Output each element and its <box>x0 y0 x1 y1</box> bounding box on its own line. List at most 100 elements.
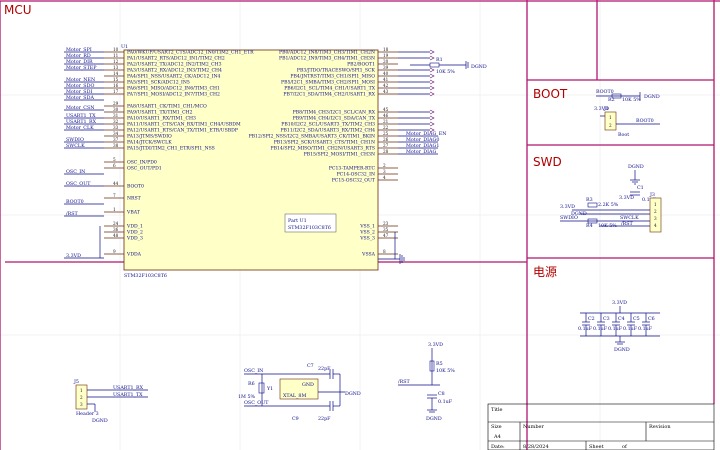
mcu-left-net-label: USART1_RX <box>66 119 97 125</box>
mcu-left-pin-number: 37 <box>113 137 119 142</box>
mcu-left-net-label: OSC_OUT <box>66 181 91 187</box>
mcu-left-pin-number: 36 <box>113 227 119 232</box>
mcu-left-pin-name: PA11/USART1_CTS/CAN_RX/TIM1_CH4/USBDM <box>127 122 241 128</box>
boot-circuit[interactable]: BOOT0 R2 10K 5% DGND J1 Boot 1 2 BOOT0 3… <box>594 89 660 138</box>
j5-pin2: 2 <box>80 395 83 400</box>
power-circuit[interactable]: 3.3VD DGND C20.1uFC30.1uFC40.1uFC50.1uFC… <box>578 300 660 353</box>
mcu-right-pin-name: PB5/I2C1_SMBA/TIM3_CH2/SPI1_MOSI <box>281 80 375 86</box>
mcu-left-pin-name: PA1/USART2_RTS/ADC12_IN1/TIM2_CH2 <box>127 56 225 62</box>
mcu-left-net-label: Motor_DIR <box>66 59 93 65</box>
mcu-right-pin-number: 41 <box>383 77 389 82</box>
mcu-left-pin-name: PA13/JTMS/SWDIO <box>127 134 172 140</box>
mcu-left-net-label: Motor_STEP <box>66 65 97 71</box>
crystal-circuit[interactable]: OSC_IN OSC_OUT R6 1M 5% Y1 GND XTAL_8M C… <box>238 363 361 422</box>
mcu-right-net-arrow <box>429 85 435 91</box>
mcu-right-pin-number: 45 <box>383 107 389 112</box>
of-label: of <box>622 444 628 450</box>
mcu-right-pin-name: VSS_2 <box>359 230 375 236</box>
swd-net-rst: /RST <box>621 221 634 227</box>
mcu-left-pin-number: 17 <box>113 89 119 94</box>
r1-ref: R1 <box>436 57 443 63</box>
mcu-left-pin-number: 31 <box>113 113 119 118</box>
r1-gnd-net: DGND <box>471 64 487 70</box>
mcu-left-pin-name: PA2/USART2_TX/ADC12_IN2/TIM2_CH3 <box>127 62 222 68</box>
r1-resistor[interactable]: R1 10K 5% DGND <box>410 57 487 75</box>
mcu-left-net-label: Motor_CLK <box>66 125 94 131</box>
power-cap-value: 0.1uF <box>638 326 653 332</box>
mcu-left-pin-name: NRST <box>127 196 142 202</box>
mcu-left-pin-number: 15 <box>113 77 119 82</box>
mcu-left-pin-name: PA12/USART1_RTS/CAN_TX/TIM1_ETR/USBDP <box>127 128 238 134</box>
mcu-left-pin-name: OSC_IN/PD0 <box>127 160 157 166</box>
swd-net-swdio: SWDIO <box>560 215 578 221</box>
mcu-left-pin-number: 16 <box>113 83 119 88</box>
mcu-left-net-label: SWCLK <box>66 143 85 149</box>
boot-gnd: DGND <box>644 94 660 100</box>
j3-pin2: 2 <box>654 209 657 214</box>
mcu-right-net-arrow <box>429 121 435 127</box>
mcu-left-pin-name: PA9/USART1_TX/TIM1_CH2 <box>127 110 193 116</box>
mcu-section-title: MCU <box>4 3 32 17</box>
r6-ref: R6 <box>248 381 255 387</box>
c8-ref: C8 <box>438 391 445 397</box>
mcu-right-pin-number: 21 <box>383 119 389 124</box>
r3-value: 2.2K 5% <box>598 202 619 208</box>
mcu-right-pin-number: 25 <box>383 131 389 136</box>
vss-ground <box>378 232 405 264</box>
mcu-left-net-label: Motor_SDA <box>66 95 94 101</box>
mcu-left-net-label: USART1_TX <box>66 113 96 119</box>
j3-pin3: 3 <box>654 216 657 221</box>
swd-gnd-label: DGND <box>628 164 644 170</box>
mcu-right-pin-name: PB10/I2C2_SCL/USART3_TX/TIM2_CH3 <box>281 122 375 128</box>
power-section-title: 电源 <box>533 265 557 279</box>
reset-vcc: 3.3VD <box>428 342 443 348</box>
mcu-left-pin-name: PA3/USART2_RX/ADC12_IN3/TIM2_CH4 <box>127 68 222 74</box>
mcu-right-pin-name: PB8/TIM4_CH3/I2C1_SCL/CAN_RX <box>293 110 376 116</box>
mcu-right-net-arrow <box>429 73 435 79</box>
mcu-right-pin-number: 35 <box>383 227 389 232</box>
mcu-right-pin-number: 4 <box>383 175 386 180</box>
power-cap-ref: C3 <box>603 316 610 322</box>
mcu-left-pin-name: PA7/SPI1_MOSI/ADC12_IN7/TIM3_CH2 <box>127 92 220 98</box>
mcu-designator: U1 <box>121 44 128 50</box>
r3-ref: R3 <box>586 197 593 203</box>
mcu-left-pin-name: PA6/SPI1_MISO/ADC12_IN6/TIM3_CH1 <box>127 86 220 92</box>
mcu-part-line2: STM32F103C8T6 <box>288 225 331 231</box>
mcu-left-pin-number: 7 <box>113 193 116 198</box>
mcu-right-net-label: Motor_DIAG <box>406 149 437 155</box>
mcu-right-pin-name: PB1/ADC12_IN9/TIM3_CH4/TIM1_CH3N <box>279 56 375 62</box>
mcu-right-pin-number: 40 <box>383 71 389 76</box>
mcu-left-pin-name: VBAT <box>126 210 141 216</box>
mcu-left-pin-name: PA10/USART1_RX/TIM1_CH3 <box>127 116 196 122</box>
r2-value: 10K 5% <box>622 97 641 103</box>
uart-header[interactable]: J5 1 2 3 USART1_RX USART1_TX Header 3 DG… <box>73 379 148 424</box>
mcu-left-pin-number: 10 <box>113 47 119 52</box>
r4-ref: R4 <box>586 223 593 229</box>
mcu-left-pin-name: PA4/SPI1_NSS/USART2_CK/ADC12_IN4 <box>127 74 220 80</box>
mcu-left-pin-number: 38 <box>113 143 119 148</box>
mcu-right-net-label: Motor_DIAG1 <box>406 143 439 149</box>
uart-net-rx: USART1_RX <box>113 385 144 391</box>
reset-circuit[interactable]: 3.3VD R5 10K 5% /RST C8 0.1uF DGND <box>398 342 455 422</box>
c7-value: 22pF <box>318 366 331 372</box>
mcu-left-pin-name: VDD_1 <box>126 224 143 230</box>
swd-circuit[interactable]: DGND C1 0.1uF 3.3VD 3.3VD R3 2.2K 5% R4 … <box>560 164 662 233</box>
title-label: Title <box>491 407 503 413</box>
mcu-left-net-label: SWDIO <box>66 137 84 143</box>
mcu-left-pin-name: PA14/JTCK/SWCLK <box>127 140 172 146</box>
mcu-right-pin-number: 39 <box>383 65 389 70</box>
schematic-canvas: MCU BOOT SWD 电源 U1 Part U1 STM32F103C8T6… <box>0 0 720 450</box>
mcu-part-line1: Part U1 <box>288 218 307 224</box>
crystal-gnd-label: GND <box>302 382 314 388</box>
mcu-right-net-arrow <box>429 67 435 73</box>
mcu-left-net-label: 3.3VD <box>66 253 81 259</box>
power-cap-value: 0.1uF <box>608 326 623 332</box>
mcu-left-net-label: Motor_SDO <box>66 83 94 89</box>
r5-ref: R5 <box>436 361 443 367</box>
mcu-left-net-label: /RST <box>66 211 79 217</box>
mcu-chip[interactable]: U1 Part U1 STM32F103C8T6 STM32F103C8T6 1… <box>104 44 398 279</box>
mcu-right-pin-number: 22 <box>383 125 389 130</box>
mcu-right-pin-number: 46 <box>383 113 389 118</box>
j5-ref: J5 <box>73 379 79 385</box>
mcu-left-pin-number: 9 <box>113 249 116 254</box>
